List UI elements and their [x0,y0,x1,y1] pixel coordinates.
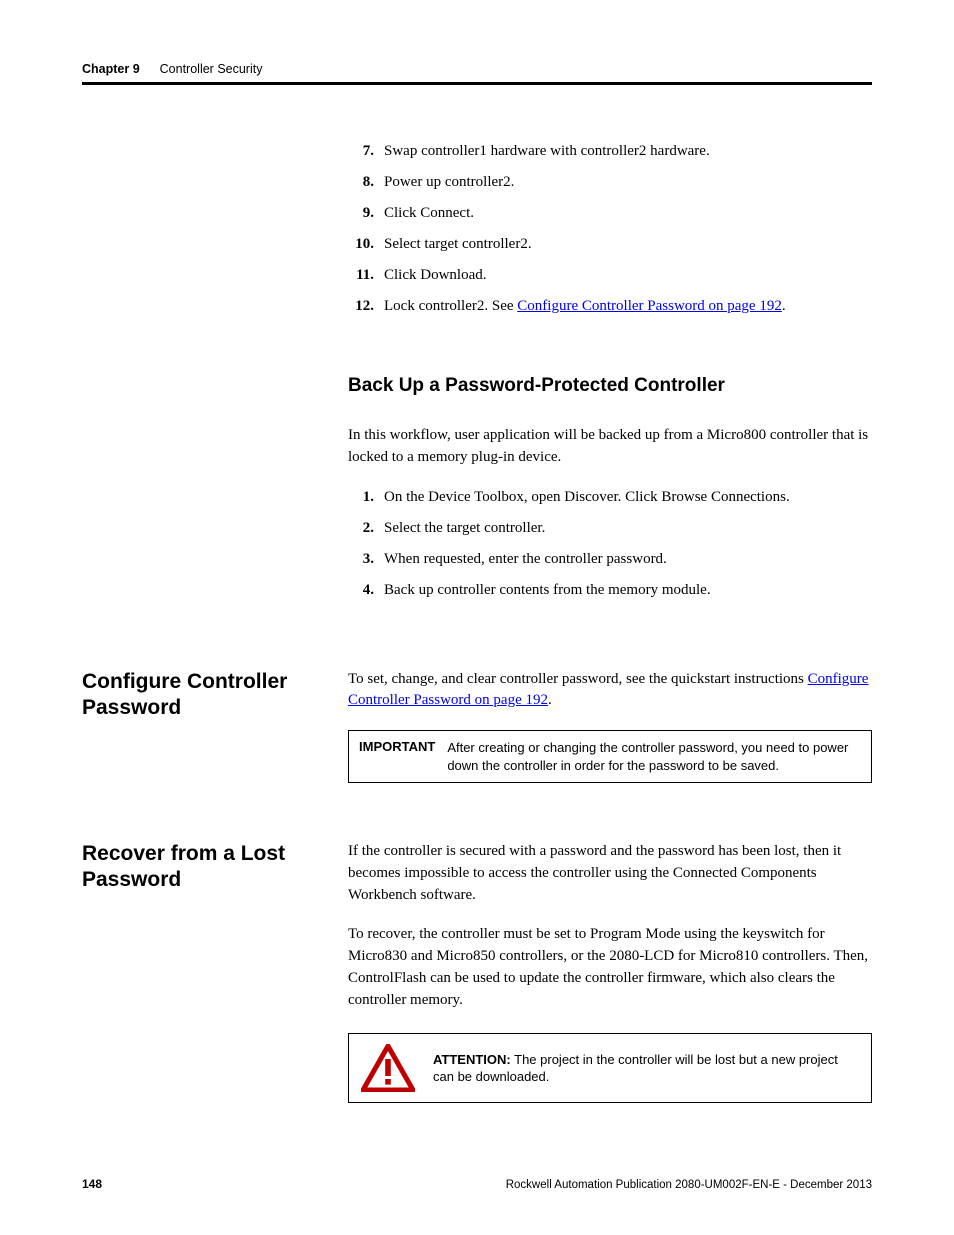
page-content: Chapter 9 Controller Security 7.Swap con… [0,0,954,1103]
list-item: 2.Select the target controller. [348,518,872,539]
heading-configure: Configure Controller Password [82,669,318,722]
list-item: 10.Select target controller2. [348,234,872,255]
important-callout: IMPORTANT After creating or changing the… [348,730,872,783]
body-text: To recover, the controller must be set t… [348,924,872,1011]
section-configure: Configure Controller Password To set, ch… [82,669,872,784]
page-footer: 148 Rockwell Automation Publication 2080… [82,1177,872,1191]
list-item: 4.Back up controller contents from the m… [348,580,872,601]
body-text: In this workflow, user application will … [348,425,872,469]
section-backup: Back Up a Password-Protected Controller … [82,375,872,611]
important-text: After creating or changing the controlle… [447,731,871,782]
important-label: IMPORTANT [349,731,447,782]
publication-info: Rockwell Automation Publication 2080-UM0… [506,1179,872,1191]
heading-backup: Back Up a Password-Protected Controller [348,375,872,397]
section-top-steps: 7.Swap controller1 hardware with control… [82,141,872,327]
warning-icon [361,1044,415,1092]
attention-callout: ATTENTION: The project in the controller… [348,1033,872,1103]
body-text: To set, change, and clear controller pas… [348,669,872,713]
page-number: 148 [82,1177,102,1191]
list-item: 11.Click Download. [348,265,872,286]
page-header: Chapter 9 Controller Security [82,62,872,85]
heading-recover: Recover from a Lost Password [82,841,318,894]
section-recover: Recover from a Lost Password If the cont… [82,841,872,1103]
attention-text: ATTENTION: The project in the controller… [433,1051,859,1086]
steps-list-top: 7.Swap controller1 hardware with control… [348,141,872,317]
list-item: 7.Swap controller1 hardware with control… [348,141,872,162]
chapter-label: Chapter 9 [82,62,140,76]
body-text: If the controller is secured with a pass… [348,841,872,906]
link-configure-password[interactable]: Configure Controller Password on page 19… [517,298,782,314]
chapter-title: Controller Security [160,62,263,76]
list-item: 9.Click Connect. [348,203,872,224]
steps-list-backup: 1.On the Device Toolbox, open Discover. … [348,487,872,601]
list-item: 12.Lock controller2. See Configure Contr… [348,296,872,317]
list-item: 3.When requested, enter the controller p… [348,549,872,570]
list-item: 8.Power up controller2. [348,172,872,193]
list-item: 1.On the Device Toolbox, open Discover. … [348,487,872,508]
